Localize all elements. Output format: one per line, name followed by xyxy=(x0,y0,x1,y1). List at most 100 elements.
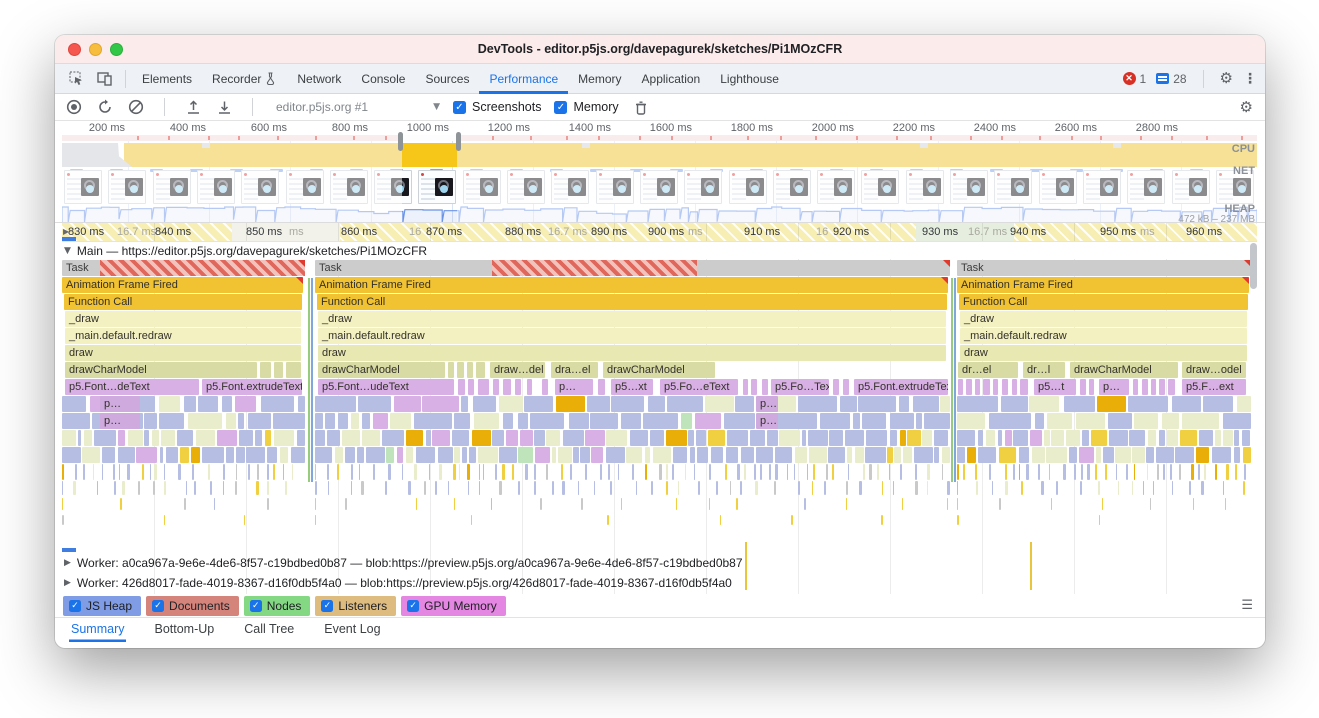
flame-fragment[interactable] xyxy=(869,464,871,480)
flame-fragment[interactable] xyxy=(361,481,364,495)
flame-bar[interactable]: Function Call xyxy=(317,294,947,310)
save-profile-icon[interactable] xyxy=(215,98,233,116)
flame-fragment[interactable] xyxy=(1116,464,1118,480)
flame-fragment[interactable] xyxy=(120,498,122,510)
flame-fragment[interactable] xyxy=(580,447,589,463)
flame-fragment[interactable] xyxy=(621,498,623,510)
flame-fragment[interactable] xyxy=(726,447,738,463)
flame-fragment[interactable] xyxy=(957,447,965,463)
flame-fragment[interactable] xyxy=(942,464,943,480)
flame-fragment[interactable] xyxy=(813,464,815,480)
flame-fragment[interactable] xyxy=(1198,464,1201,480)
flame-fragment[interactable] xyxy=(645,464,647,480)
flame-fragment[interactable] xyxy=(847,447,852,463)
flame-fragment[interactable] xyxy=(863,464,865,480)
flame-fragment[interactable] xyxy=(469,447,476,463)
flame-fragment[interactable] xyxy=(1066,430,1080,446)
flame-fragment[interactable] xyxy=(975,464,977,480)
flame-fragment[interactable] xyxy=(1064,396,1096,412)
flame-fragment[interactable] xyxy=(432,430,450,446)
flame-bar[interactable] xyxy=(515,379,521,395)
flame-fragment[interactable] xyxy=(499,396,523,412)
flame-bar[interactable]: drawCharModel xyxy=(65,362,257,378)
flame-fragment[interactable] xyxy=(62,447,81,463)
flame-bar[interactable] xyxy=(457,362,464,378)
flame-fragment[interactable] xyxy=(406,447,414,463)
flame-fragment[interactable] xyxy=(416,447,436,463)
flame-fragment[interactable] xyxy=(1126,464,1128,480)
flame-fragment[interactable] xyxy=(196,430,216,446)
flame-fragment[interactable] xyxy=(483,464,484,480)
flame-fragment[interactable] xyxy=(1047,413,1072,429)
flame-fragment[interactable] xyxy=(62,481,63,495)
flame-bar[interactable] xyxy=(1142,379,1148,395)
flame-fragment[interactable] xyxy=(453,464,456,480)
flame-fragment[interactable] xyxy=(899,396,909,412)
flame-fragment[interactable] xyxy=(223,481,224,495)
flame-fragment[interactable] xyxy=(720,515,721,525)
flame-bar[interactable]: drawCharModel xyxy=(318,362,445,378)
flame-fragment[interactable] xyxy=(711,447,724,463)
flame-fragment[interactable] xyxy=(705,396,734,412)
flame-bar[interactable]: Animation Frame Fired xyxy=(315,277,948,293)
flame-bar[interactable]: p… xyxy=(555,379,593,395)
flame-fragment[interactable] xyxy=(75,464,78,480)
flame-fragment[interactable] xyxy=(791,515,793,525)
flame-fragment[interactable] xyxy=(1215,464,1217,480)
flame-fragment[interactable] xyxy=(492,430,504,446)
memory-counter-gpu-memory[interactable]: ✓GPU Memory xyxy=(401,596,506,616)
flame-fragment[interactable] xyxy=(621,413,641,429)
tab-console[interactable]: Console xyxy=(351,64,415,94)
flame-fragment[interactable] xyxy=(1134,413,1158,429)
flame-fragment[interactable] xyxy=(359,464,361,480)
main-thread-header[interactable]: ▼Main — https://editor.p5js.org/davepagu… xyxy=(62,242,1258,259)
flame-fragment[interactable] xyxy=(866,430,888,446)
flame-fragment[interactable] xyxy=(645,447,650,463)
flame-fragment[interactable] xyxy=(164,481,165,495)
flame-fragment[interactable] xyxy=(118,447,135,463)
flame-fragment[interactable] xyxy=(438,447,453,463)
flame-fragment[interactable] xyxy=(351,481,352,495)
flame-fragment[interactable] xyxy=(452,430,469,446)
flame-fragment[interactable] xyxy=(474,413,499,429)
timeline-overview[interactable]: 200 ms400 ms600 ms800 ms1000 ms1200 ms14… xyxy=(55,121,1265,223)
flame-fragment[interactable] xyxy=(737,464,740,480)
flame-fragment[interactable] xyxy=(315,430,325,446)
flame-fragment[interactable] xyxy=(373,413,388,429)
flame-fragment[interactable] xyxy=(315,447,332,463)
flame-fragment[interactable] xyxy=(858,396,896,412)
flame-fragment[interactable] xyxy=(385,481,387,495)
flame-fragment[interactable] xyxy=(1147,464,1148,480)
flame-fragment[interactable] xyxy=(534,430,545,446)
details-tab-summary[interactable]: Summary xyxy=(69,622,126,642)
flame-fragment[interactable] xyxy=(414,464,417,480)
flame-fragment[interactable] xyxy=(94,430,115,446)
flame-fragment[interactable] xyxy=(594,481,595,495)
flame-fragment[interactable] xyxy=(1134,464,1135,480)
flame-fragment[interactable] xyxy=(1172,396,1202,412)
flame-fragment[interactable] xyxy=(1019,447,1029,463)
flame-fragment[interactable] xyxy=(462,447,466,463)
flame-fragment[interactable] xyxy=(826,464,828,480)
flame-fragment[interactable] xyxy=(298,396,305,412)
flame-bar[interactable] xyxy=(542,379,548,395)
flame-fragment[interactable] xyxy=(1132,447,1145,463)
flame-bar[interactable] xyxy=(476,362,485,378)
flame-fragment[interactable] xyxy=(881,515,883,525)
flame-fragment[interactable] xyxy=(335,447,343,463)
flame-fragment[interactable] xyxy=(1235,464,1237,480)
flame-fragment[interactable] xyxy=(1162,413,1180,429)
flame-fragment[interactable] xyxy=(468,481,469,495)
flame-fragment[interactable] xyxy=(194,481,196,495)
flame-fragment[interactable] xyxy=(585,464,587,480)
flame-fragment[interactable] xyxy=(273,413,305,429)
flame-fragment[interactable] xyxy=(1105,464,1108,480)
flame-fragment[interactable] xyxy=(667,396,703,412)
flame-fragment[interactable] xyxy=(1099,515,1101,525)
flame-fragment[interactable] xyxy=(222,396,233,412)
flame-fragment[interactable] xyxy=(273,464,275,480)
flame-bar[interactable]: p… xyxy=(756,413,778,429)
flame-fragment[interactable] xyxy=(540,498,542,510)
selection-handle-left[interactable] xyxy=(398,132,403,151)
flame-fragment[interactable] xyxy=(696,430,706,446)
